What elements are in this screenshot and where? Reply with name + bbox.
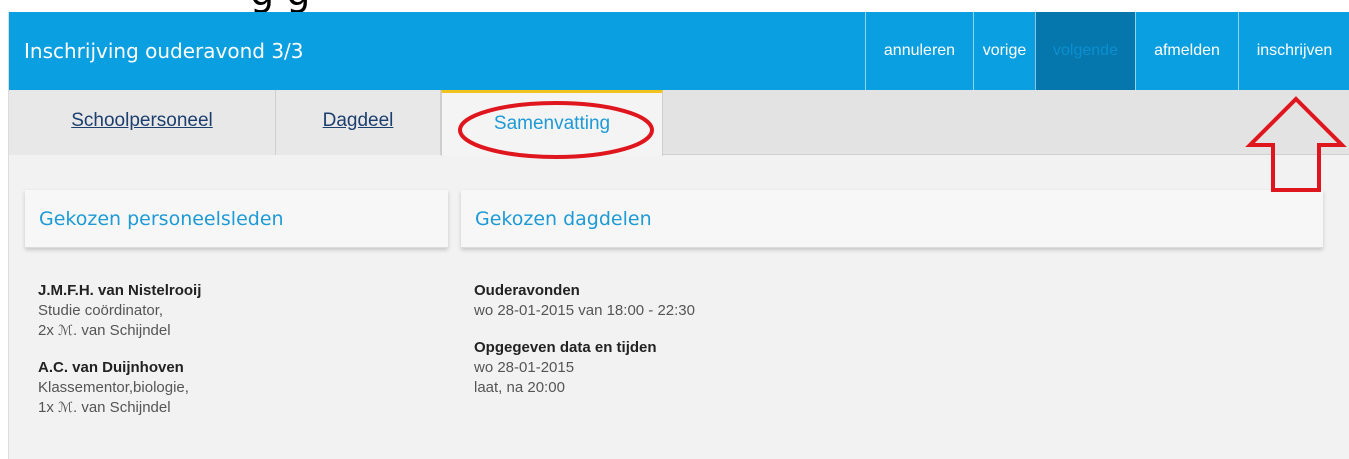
page-title: Inschrijving ouderavond 3/3 — [24, 39, 304, 63]
previous-button[interactable]: vorige — [973, 12, 1035, 90]
unsubscribe-button[interactable]: afmelden — [1135, 12, 1238, 90]
staff-count: 2x — [38, 322, 54, 339]
daypart-line: wo 28-01-2015 van 18:00 - 22:30 — [474, 302, 695, 319]
daypart-heading: Opgegeven data en tijden — [474, 339, 657, 356]
app-window: Inschrijving ouderavond 3/3 annuleren vo… — [8, 12, 1349, 459]
dayparts-panel-header: Gekozen dagdelen — [461, 190, 1323, 248]
daypart-heading: Ouderavonden — [474, 282, 580, 299]
daypart-group: Opgegeven data en tijden wo 28-01-2015 l… — [474, 338, 1074, 398]
staff-item: A.C. van Duijnhoven Klassementor,biologi… — [38, 358, 438, 418]
staff-role: Klassementor,biologie, — [38, 379, 189, 396]
tab-schoolpersoneel[interactable]: Schoolpersoneel — [9, 90, 276, 155]
tab-bar: Schoolpersoneel Dagdeel Samenvatting — [9, 90, 1349, 156]
cancel-button[interactable]: annuleren — [865, 12, 973, 90]
staff-location: . van Schijndel — [73, 399, 171, 416]
dayparts-panel-title: Gekozen dagdelen — [475, 208, 652, 230]
staff-panel-title: Gekozen personeelsleden — [39, 208, 284, 230]
cropped-heading: g g — [0, 0, 1349, 12]
dayparts-list: Ouderavonden wo 28-01-2015 van 18:00 - 2… — [474, 281, 1074, 415]
school-logo-icon: ℳ — [58, 323, 73, 339]
subscribe-button[interactable]: inschrijven — [1238, 12, 1349, 90]
tab-dagdeel[interactable]: Dagdeel — [276, 90, 441, 155]
staff-location-line: 2x ℳ. van Schijndel — [38, 321, 438, 341]
action-bar: annuleren vorige volgende afmelden insch… — [865, 12, 1349, 90]
staff-item: J.M.F.H. van Nistelrooij Studie coördina… — [38, 281, 438, 341]
daypart-line: laat, na 20:00 — [474, 379, 565, 396]
staff-name: A.C. van Duijnhoven — [38, 359, 184, 376]
staff-role: Studie coördinator, — [38, 302, 164, 319]
staff-panel-header: Gekozen personeelsleden — [25, 190, 448, 248]
staff-name: J.M.F.H. van Nistelrooij — [38, 282, 202, 299]
staff-location: . van Schijndel — [73, 322, 171, 339]
title-bar: Inschrijving ouderavond 3/3 annuleren vo… — [9, 12, 1349, 90]
staff-list: J.M.F.H. van Nistelrooij Studie coördina… — [38, 281, 438, 435]
staff-location-line: 1x ℳ. van Schijndel — [38, 398, 438, 418]
next-button: volgende — [1035, 12, 1135, 90]
tab-samenvatting[interactable]: Samenvatting — [441, 90, 663, 156]
staff-count: 1x — [38, 399, 54, 416]
daypart-group: Ouderavonden wo 28-01-2015 van 18:00 - 2… — [474, 281, 1074, 321]
school-logo-icon: ℳ — [58, 400, 73, 416]
daypart-line: wo 28-01-2015 — [474, 359, 575, 376]
